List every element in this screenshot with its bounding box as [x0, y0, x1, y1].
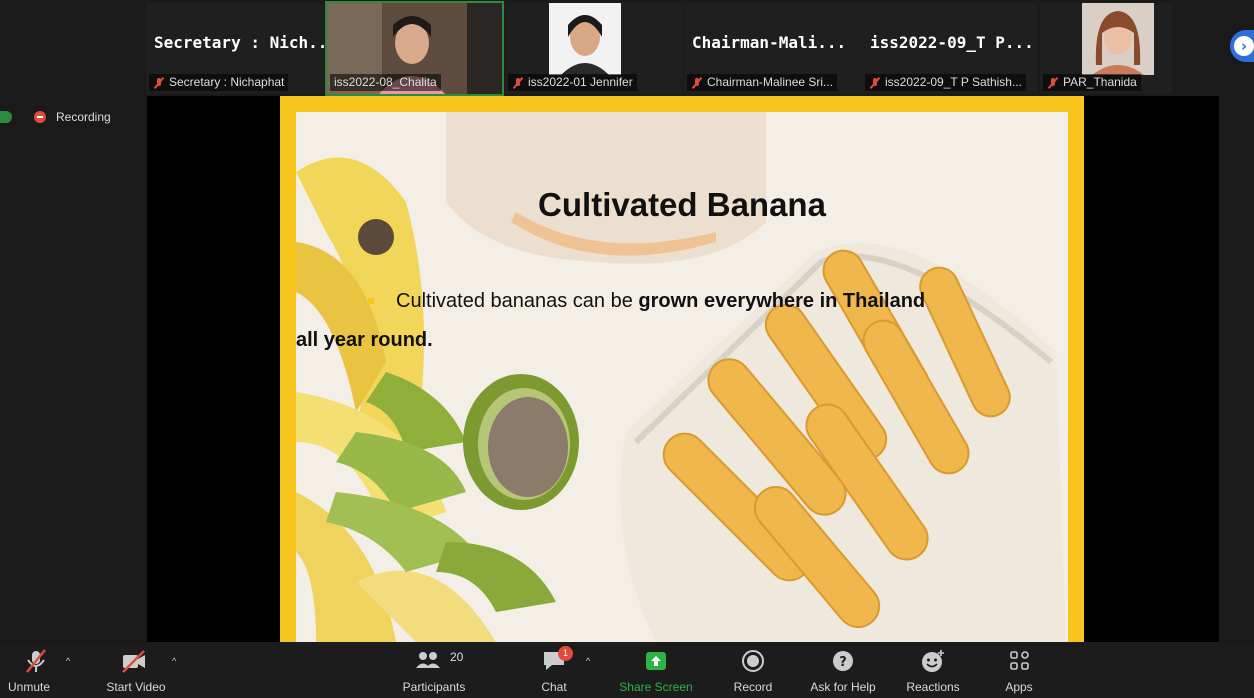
participants-button[interactable]: 20 Participants: [396, 642, 472, 698]
ask-for-help-label: Ask for Help: [810, 680, 876, 694]
participant-caption: PAR_Thanida: [1043, 74, 1141, 91]
muted-mic-icon: [691, 77, 703, 89]
participant-tile-chalita[interactable]: iss2022-08_Chalita: [325, 1, 504, 96]
participant-tile-sathish[interactable]: iss2022-09_T P... iss2022-09_T P Sathish…: [862, 3, 1037, 94]
participants-icon: [416, 652, 440, 668]
participant-caption: iss2022-09_T P Sathish...: [865, 74, 1026, 91]
muted-mic-icon: [512, 77, 524, 89]
record-icon: [742, 650, 764, 672]
muted-mic-icon: [1047, 77, 1059, 89]
muted-mic-icon: [26, 649, 46, 673]
muted-mic-icon: [153, 77, 165, 89]
slide-content: Cultivated Banana Cultivated bananas can…: [296, 112, 1068, 642]
unmute-label: Unmute: [8, 680, 51, 694]
unmute-button[interactable]: ^ Unmute: [0, 642, 72, 698]
svg-text:?: ?: [839, 655, 847, 670]
record-button[interactable]: Record: [724, 642, 782, 698]
participant-count: 20: [450, 650, 464, 664]
muted-mic-icon: [869, 77, 881, 89]
chat-notification-badge: 1: [558, 646, 573, 661]
participant-caption: Chairman-Malinee Sri...: [687, 74, 838, 91]
presentation-slide: Cultivated Banana Cultivated bananas can…: [280, 96, 1084, 642]
security-shield-icon: [0, 111, 12, 123]
next-participants-button[interactable]: ›: [1230, 30, 1254, 62]
shared-screen: Cultivated Banana Cultivated bananas can…: [147, 96, 1219, 642]
participant-photo: [549, 3, 621, 75]
participant-caption: iss2022-01 Jennifer: [508, 74, 637, 91]
participant-tile-thanida[interactable]: PAR_Thanida: [1040, 3, 1172, 94]
recording-indicator[interactable]: Recording: [0, 106, 111, 128]
help-icon: ?: [833, 651, 853, 671]
meeting-toolbar: ^ Unmute ^ Start Video 20 Participants 1…: [0, 642, 1254, 698]
participant-name-large: iss2022-09_T P...: [870, 33, 1034, 52]
chat-button[interactable]: 1 ^ Chat: [530, 642, 590, 698]
participants-label: Participants: [402, 680, 466, 694]
reactions-button[interactable]: Reactions: [898, 642, 968, 698]
participant-name-large: Chairman-Mali...: [692, 33, 847, 52]
record-label: Record: [733, 680, 773, 694]
participant-tile-chairman[interactable]: Chairman-Mali... Chairman-Malinee Sri...: [684, 3, 862, 94]
chevron-up-icon[interactable]: ^: [586, 656, 590, 666]
apps-label: Apps: [1005, 680, 1033, 694]
bullet-icon: [368, 298, 374, 304]
apps-icon: [1010, 651, 1029, 670]
video-off-icon: [122, 650, 145, 673]
chevron-up-icon[interactable]: ^: [66, 656, 70, 666]
reactions-icon: [922, 650, 944, 672]
participant-strip: Secretary : Nich... Secretary : Nichapha…: [0, 0, 1254, 96]
slide-body-text: Cultivated bananas can be grown everywhe…: [296, 290, 926, 351]
chevron-up-icon[interactable]: ^: [172, 656, 176, 666]
reactions-label: Reactions: [906, 680, 960, 694]
ask-for-help-button[interactable]: ? Ask for Help: [800, 642, 886, 698]
share-screen-icon: [646, 652, 666, 670]
chevron-right-icon: ›: [1234, 36, 1254, 56]
start-video-label: Start Video: [106, 680, 166, 694]
participant-tile-secretary[interactable]: Secretary : Nich... Secretary : Nichapha…: [146, 3, 324, 94]
chat-label: Chat: [541, 680, 567, 694]
participant-tile-jennifer[interactable]: iss2022-01 Jennifer: [505, 3, 683, 94]
slide-title: Cultivated Banana: [538, 186, 826, 223]
share-screen-label: Share Screen: [619, 680, 693, 694]
share-screen-button[interactable]: Share Screen: [614, 642, 698, 698]
start-video-button[interactable]: ^ Start Video: [96, 642, 176, 698]
participant-name-large: Secretary : Nich...: [154, 33, 324, 52]
participant-caption: iss2022-08_Chalita: [330, 74, 441, 91]
participant-photo: [1082, 3, 1154, 75]
recording-label: Recording: [56, 110, 111, 124]
recording-icon: [34, 111, 46, 123]
apps-button[interactable]: Apps: [994, 642, 1044, 698]
chat-icon: 1: [540, 646, 573, 674]
participant-caption: Secretary : Nichaphat: [149, 74, 289, 91]
